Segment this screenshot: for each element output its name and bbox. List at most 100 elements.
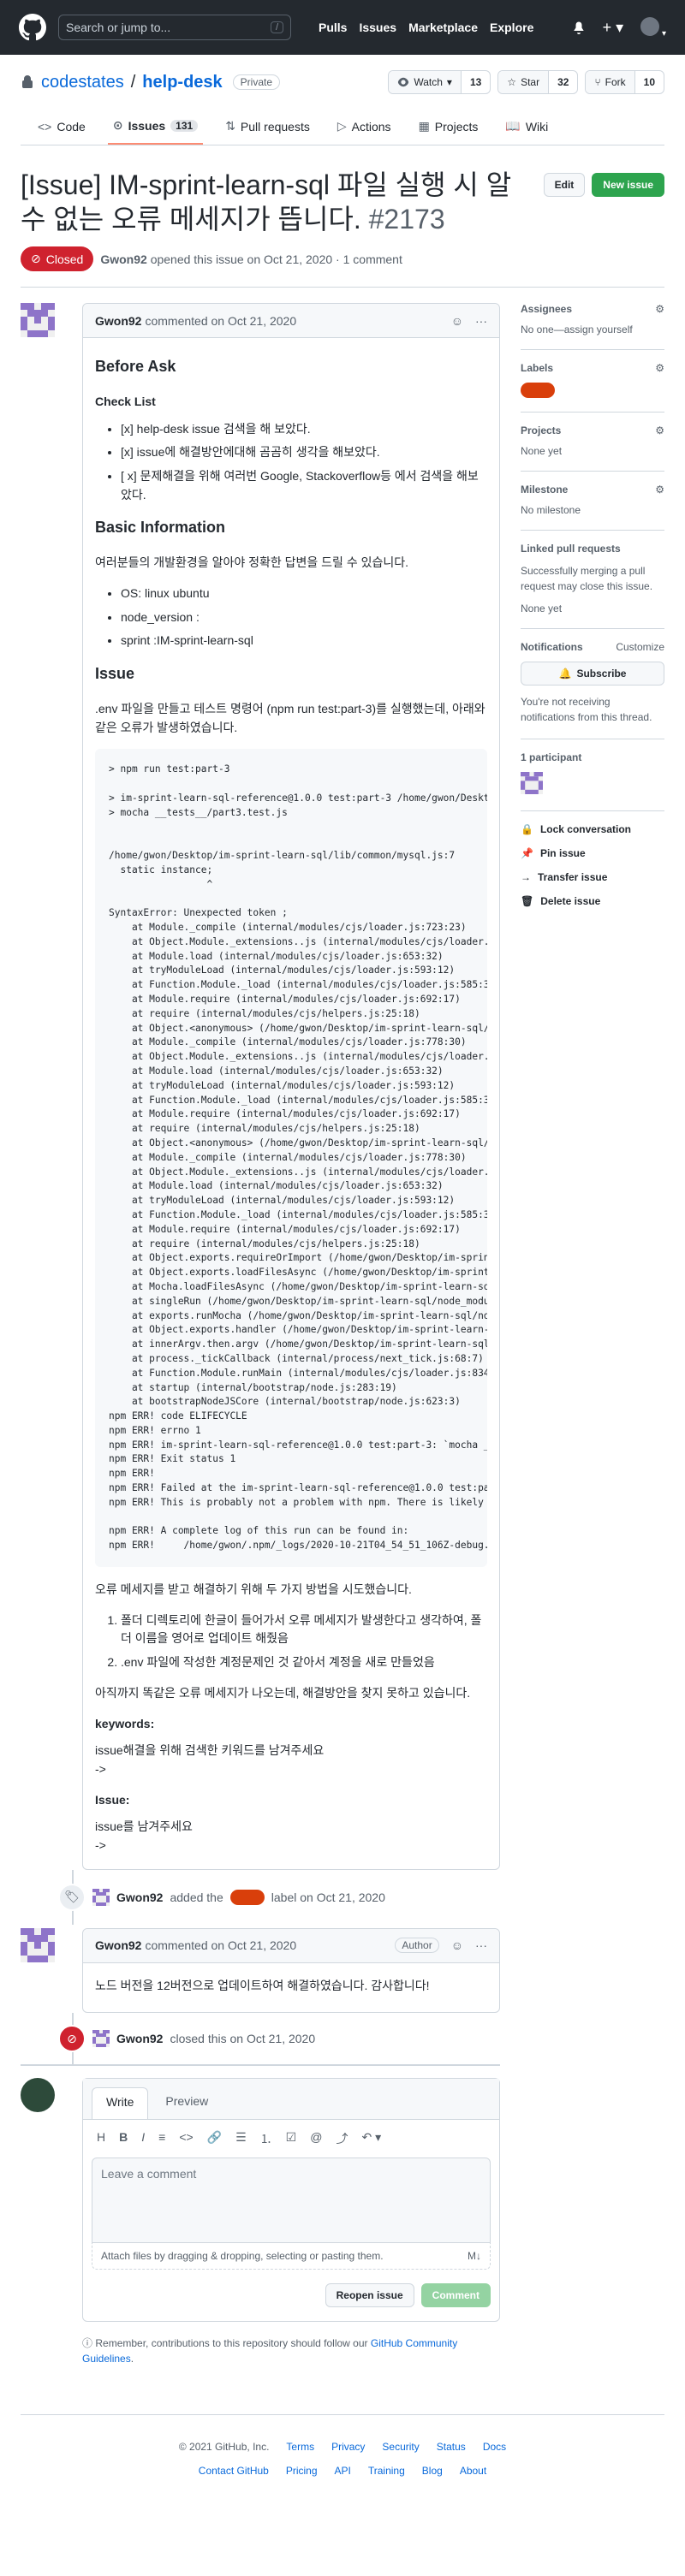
repo-lock-icon — [22, 75, 33, 88]
reply-icon[interactable]: ↶ ▾ — [361, 2130, 381, 2147]
edit-button[interactable]: Edit — [543, 173, 586, 197]
avatar[interactable] — [92, 2030, 110, 2048]
fork-count[interactable]: 10 — [635, 71, 664, 93]
event-author-link[interactable]: Gwon92 — [116, 1890, 163, 1904]
issue-author-link[interactable]: Gwon92 — [100, 252, 146, 266]
footer-link-docs[interactable]: Docs — [483, 2441, 506, 2453]
link-icon[interactable]: 🔗 — [207, 2130, 222, 2147]
labels-heading[interactable]: Labels — [521, 362, 553, 374]
comment-submit-button[interactable]: Comment — [420, 2283, 491, 2308]
gear-icon[interactable]: ⚙ — [655, 303, 664, 315]
tab-pull-requests[interactable]: ⇅ Pull requests — [220, 111, 315, 145]
tab-actions[interactable]: ▷ Actions — [332, 111, 396, 145]
comment-textarea[interactable]: Leave a comment — [92, 2158, 491, 2244]
participant-avatar[interactable] — [521, 772, 543, 794]
quote-icon[interactable]: ≡ — [158, 2130, 165, 2147]
list-item: sprint :IM-sprint-learn-sql — [121, 632, 487, 650]
pin-issue-link[interactable]: 📌 Pin issue — [521, 847, 664, 859]
bold-icon[interactable]: B — [119, 2130, 128, 2147]
issue-sidebar: Assignees ⚙ No one—assign yourself Labels… — [521, 303, 664, 2366]
error-code-block[interactable]: > npm run test:part-3 > im-sprint-learn-… — [95, 749, 487, 1568]
footer-link-pricing[interactable]: Pricing — [286, 2465, 318, 2477]
markdown-icon[interactable]: M↓ — [468, 2250, 481, 2262]
comment-author-link[interactable]: Gwon92 — [95, 314, 141, 328]
nav-issues[interactable]: Issues — [359, 21, 396, 34]
watch-button[interactable]: Watch ▾ 13 — [388, 70, 491, 94]
star-button[interactable]: ☆ Star 32 — [497, 70, 579, 94]
projects-heading[interactable]: Projects — [521, 424, 561, 436]
bell-icon[interactable] — [572, 21, 586, 34]
footer-link-privacy[interactable]: Privacy — [331, 2441, 365, 2453]
unordered-list-icon[interactable]: ☰ — [235, 2130, 247, 2147]
star-count[interactable]: 32 — [549, 71, 577, 93]
current-user-avatar[interactable] — [21, 2078, 55, 2113]
gear-icon[interactable]: ⚙ — [655, 362, 664, 374]
code-icon[interactable]: <> — [179, 2130, 193, 2147]
repo-header: codestates / help-desk Private Watch ▾ 1… — [0, 55, 685, 145]
issue-closed-icon: ⊘ — [58, 2025, 86, 2053]
footer-link-about[interactable]: About — [460, 2465, 486, 2477]
lock-conversation-link[interactable]: 🔒 Lock conversation — [521, 823, 664, 835]
italic-icon[interactable]: I — [141, 2130, 145, 2147]
subscribe-button[interactable]: 🔔 Subscribe — [521, 662, 664, 686]
milestone-heading[interactable]: Milestone — [521, 484, 568, 496]
gear-icon[interactable]: ⚙ — [655, 424, 664, 436]
label-pill[interactable] — [229, 1889, 265, 1905]
tab-wiki[interactable]: 📖 Wiki — [500, 111, 553, 145]
footer-link-api[interactable]: API — [335, 2465, 351, 2477]
author-identicon-avatar[interactable] — [21, 1927, 55, 1962]
author-identicon-avatar[interactable] — [21, 303, 55, 337]
footer-link-contact[interactable]: Contact GitHub — [199, 2465, 269, 2477]
smiley-icon[interactable]: ☺ — [451, 314, 463, 328]
attach-files-area[interactable]: Attach files by dragging & dropping, sel… — [92, 2243, 491, 2270]
footer-link-terms[interactable]: Terms — [286, 2441, 314, 2453]
comment-author-link[interactable]: Gwon92 — [95, 1938, 141, 1952]
assignees-heading[interactable]: Assignees — [521, 303, 572, 315]
transfer-label: Transfer issue — [538, 871, 608, 883]
footer-link-security[interactable]: Security — [382, 2441, 419, 2453]
tab-write[interactable]: Write — [92, 2087, 149, 2120]
repo-owner-link[interactable]: codestates — [41, 73, 124, 92]
heading-icon[interactable]: H — [97, 2130, 105, 2147]
footer-link-training[interactable]: Training — [368, 2465, 405, 2477]
create-new-plus-icon[interactable]: + ▾ — [603, 19, 624, 37]
projects-value: None yet — [521, 445, 563, 457]
footer-link-blog[interactable]: Blog — [422, 2465, 443, 2477]
nav-explore[interactable]: Explore — [490, 21, 533, 34]
milestone-value: No milestone — [521, 504, 581, 516]
avatar[interactable] — [92, 1888, 110, 1906]
cross-reference-icon[interactable]: ⤴ — [336, 2130, 348, 2147]
tab-code[interactable]: <> Code — [33, 111, 91, 145]
customize-link[interactable]: Customize — [616, 641, 664, 653]
new-issue-button[interactable]: New issue — [592, 173, 664, 197]
mention-icon[interactable]: @ — [310, 2130, 322, 2147]
label-pill[interactable] — [521, 383, 555, 398]
list-item: .env 파일에 작성한 계정문제인 것 같아서 계정을 새로 만들었음 — [121, 1653, 487, 1672]
ordered-list-icon[interactable]: ⒈ — [260, 2130, 272, 2147]
issue-meta-text: Gwon92 opened this issue on Oct 21, 2020… — [100, 252, 402, 266]
repo-name-link[interactable]: help-desk — [142, 73, 222, 92]
nav-pulls[interactable]: Pulls — [319, 21, 347, 34]
event-author-link[interactable]: Gwon92 — [116, 2032, 163, 2045]
gear-icon[interactable]: ⚙ — [655, 484, 664, 496]
fork-button[interactable]: ⑂ Fork 10 — [585, 70, 664, 94]
search-input[interactable]: Search or jump to... / — [58, 15, 291, 40]
footer-link-status[interactable]: Status — [437, 2441, 466, 2453]
timeline-events: 🏷 Gwon92 added the label on Oct 21, 2020 — [58, 1869, 500, 1925]
watch-count[interactable]: 13 — [462, 71, 490, 93]
github-logo-icon[interactable] — [19, 14, 46, 41]
task-list-icon[interactable]: ☑ — [286, 2130, 297, 2147]
reopen-issue-button[interactable]: Reopen issue — [325, 2283, 414, 2308]
smiley-icon[interactable]: ☺ — [451, 1938, 463, 1952]
eye-icon — [398, 77, 409, 87]
assignees-value[interactable]: No one—assign yourself — [521, 323, 664, 335]
delete-issue-link[interactable]: 🗑 Delete issue — [521, 895, 664, 907]
kebab-horizontal-icon[interactable]: ··· — [475, 1938, 487, 1952]
kebab-horizontal-icon[interactable]: ··· — [475, 314, 487, 328]
tab-issues[interactable]: ⊙ Issues 131 — [107, 111, 204, 145]
transfer-issue-link[interactable]: → Transfer issue — [521, 871, 664, 883]
nav-marketplace[interactable]: Marketplace — [408, 21, 478, 34]
tab-projects[interactable]: ▦ Projects — [414, 111, 484, 145]
tab-preview[interactable]: Preview — [152, 2087, 222, 2119]
user-menu[interactable]: ▾ — [640, 16, 666, 39]
